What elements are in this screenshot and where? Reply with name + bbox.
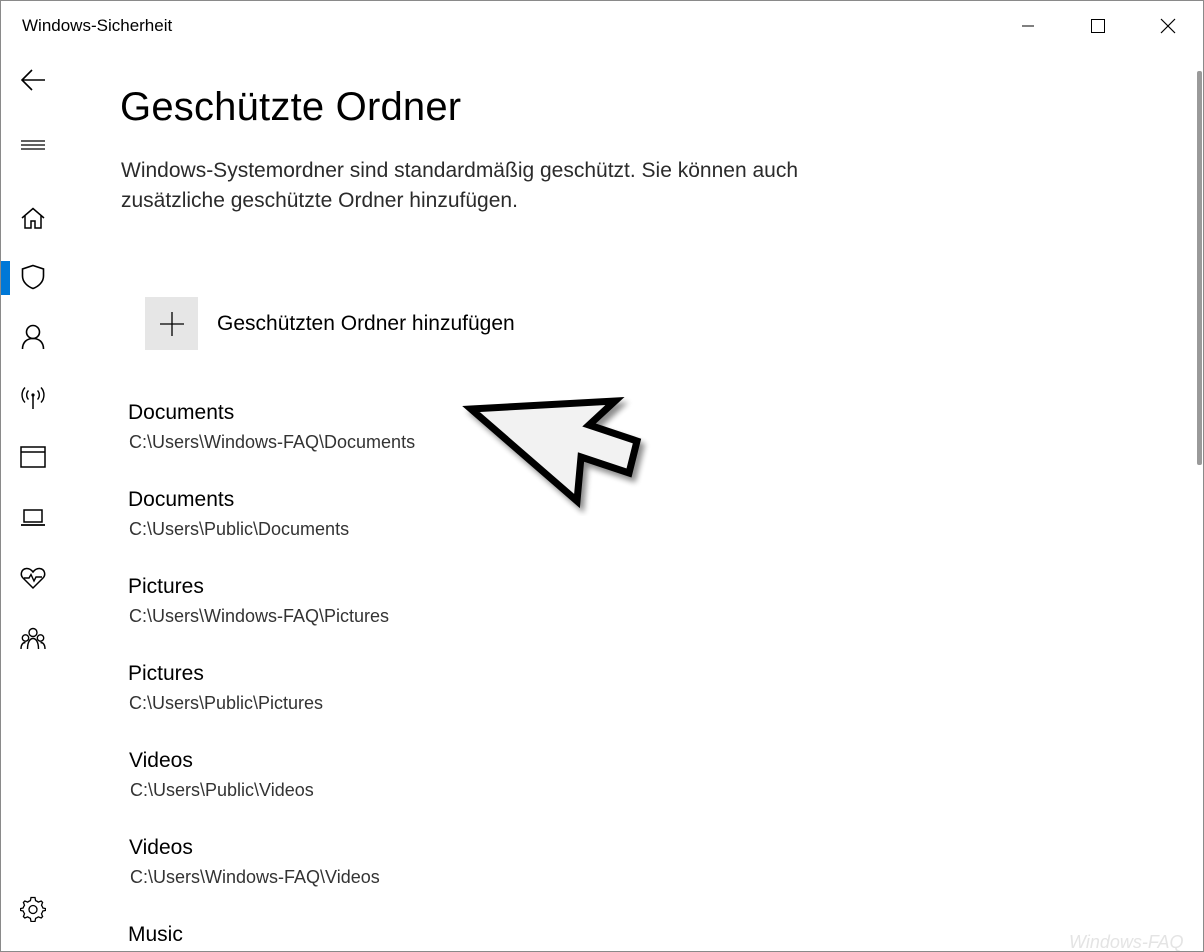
folder-path: C:\Users\Public\Documents	[129, 519, 350, 539]
page-description: Windows-Systemordner sind standardmäßig …	[121, 159, 799, 212]
folder-name: Pictures	[128, 575, 204, 598]
folder-list-item[interactable]: Pictures C:\Users\Windows-FAQ\Pictures	[128, 575, 728, 645]
main-content: Geschützte Ordner Windows-Systemordner s…	[1, 1, 1191, 951]
add-button-label: Geschützten Ordner hinzufügen	[217, 311, 515, 335]
folder-name: Videos	[129, 749, 193, 772]
folder-path: C:\Users\Windows-FAQ\Pictures	[129, 606, 390, 626]
folder-list-item[interactable]: Pictures C:\Users\Public\Pictures	[128, 662, 728, 732]
add-button-icon-box[interactable]	[145, 297, 198, 350]
folder-path: C:\Users\Windows-FAQ\Videos	[130, 867, 380, 887]
folder-path: C:\Users\Public\Pictures	[129, 693, 324, 713]
folder-name: Videos	[129, 836, 193, 859]
app-window: Windows-Sicherheit Geschützte Ordner Win…	[0, 0, 1204, 952]
folder-list-item[interactable]: Music	[128, 923, 728, 951]
folder-name: Music	[128, 923, 183, 946]
page-title: Geschützte Ordner	[120, 85, 462, 129]
folder-list-item[interactable]: Videos C:\Users\Windows-FAQ\Videos	[129, 836, 729, 906]
folder-name: Documents	[128, 401, 235, 424]
annotation-arrow-icon	[462, 396, 642, 509]
folder-path: C:\Users\Public\Videos	[130, 780, 314, 800]
add-protected-folder-button[interactable]: Geschützten Ordner hinzufügen	[145, 297, 515, 350]
folder-name: Documents	[128, 488, 235, 511]
folder-name: Pictures	[128, 662, 204, 685]
vertical-scrollbar[interactable]	[1197, 71, 1202, 465]
folder-list-item[interactable]: Videos C:\Users\Public\Videos	[129, 749, 729, 819]
plus-icon	[159, 311, 184, 336]
folder-path: C:\Users\Windows-FAQ\Documents	[129, 432, 416, 452]
watermark: Windows-FAQ	[1069, 932, 1184, 952]
